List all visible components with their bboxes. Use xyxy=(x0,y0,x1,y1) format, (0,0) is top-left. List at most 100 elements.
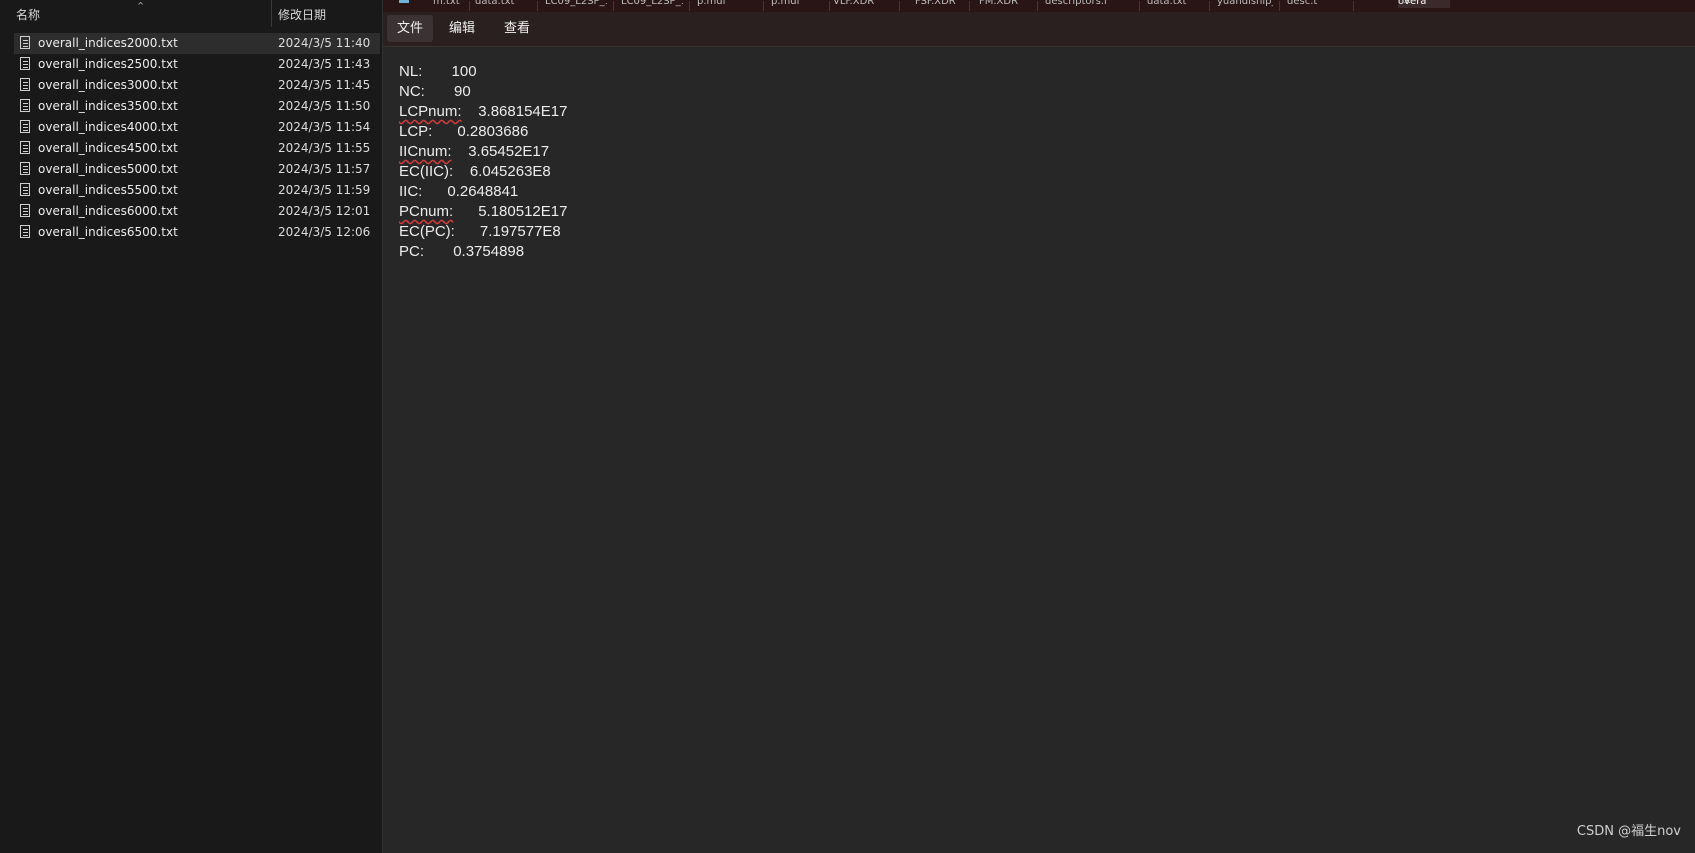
tab-separator xyxy=(899,1,900,11)
text-file-icon xyxy=(20,183,30,196)
editor-tab[interactable]: data.txt xyxy=(475,0,531,8)
text-file-icon xyxy=(20,141,30,154)
metric-label: NL: xyxy=(399,63,423,80)
text-line: PCnum: 5.180512E17 xyxy=(399,202,567,222)
column-header-name[interactable]: 名称 xyxy=(16,6,40,23)
file-modified-date: 2024/3/5 11:54 xyxy=(278,120,371,134)
editor-tab[interactable]: p.mdl xyxy=(697,0,757,8)
tab-separator xyxy=(1037,1,1038,11)
file-row[interactable]: overall_indices5500.txt 2024/3/5 11:59 xyxy=(14,180,380,201)
metric-label: LCP: xyxy=(399,123,433,140)
metric-value: 5.180512E17 xyxy=(478,203,568,220)
tab-separator xyxy=(613,1,614,11)
metric-value: 0.2648841 xyxy=(447,183,519,200)
metric-value: 7.197577E8 xyxy=(479,223,561,240)
metric-label: LCPnum: xyxy=(399,103,462,120)
file-row[interactable]: overall_indices6000.txt 2024/3/5 12:01 xyxy=(14,201,380,222)
text-file-icon xyxy=(20,204,30,217)
text-line: EC(PC): 7.197577E8 xyxy=(399,222,567,242)
file-row[interactable]: overall_indices3500.txt 2024/3/5 11:50 xyxy=(14,96,380,117)
metric-value: 0.3754898 xyxy=(453,243,525,260)
editor-tab[interactable]: FM.XDR xyxy=(979,0,1031,8)
file-modified-date: 2024/3/5 12:01 xyxy=(278,204,371,218)
text-line: IICnum: 3.65452E17 xyxy=(399,142,567,162)
tab-separator xyxy=(829,1,830,11)
tab-separator xyxy=(469,1,470,11)
notepad-window: m.txt data.txt LC09_L2SP_1 LC09_L2SP_1 p.mdl… xyxy=(383,0,1695,853)
file-name: overall_indices5500.txt xyxy=(38,183,178,197)
text-line: NL: 100 xyxy=(399,62,567,82)
editor-tab[interactable]: descriptors.l xyxy=(1045,0,1133,8)
file-name: overall_indices2000.txt xyxy=(38,36,178,50)
document-text[interactable]: NL: 100 NC: 90 LCPnum: 3.868154E17 LCP: 0.2… xyxy=(399,62,567,262)
metric-value: 3.868154E17 xyxy=(478,103,568,120)
file-name: overall_indices6500.txt xyxy=(38,225,178,239)
editor-tab[interactable]: data.txt xyxy=(1147,0,1203,8)
file-name: overall_indices2500.txt xyxy=(38,57,178,71)
file-row[interactable]: overall_indices4500.txt 2024/3/5 11:55 xyxy=(14,138,380,159)
file-name: overall_indices3500.txt xyxy=(38,99,178,113)
text-file-icon xyxy=(20,99,30,112)
menu-view[interactable]: 查看 xyxy=(494,15,540,42)
file-row[interactable]: overall_indices6500.txt 2024/3/5 12:06 xyxy=(14,222,380,243)
metric-label: PCnum: xyxy=(399,203,454,220)
text-file-icon xyxy=(20,225,30,238)
file-row[interactable]: overall_indices5000.txt 2024/3/5 11:57 xyxy=(14,159,380,180)
editor-tab[interactable]: desc.t xyxy=(1287,0,1347,8)
metric-label: EC(PC): xyxy=(399,223,455,240)
editor-tab[interactable]: yuandiship_l xyxy=(1217,0,1273,8)
text-file-icon xyxy=(20,36,30,49)
text-line: PC: 0.3754898 xyxy=(399,242,567,262)
editor-tab[interactable]: p.mdl xyxy=(771,0,823,8)
editor-tab[interactable]: m.txt xyxy=(433,0,463,8)
tab-separator xyxy=(1139,1,1140,11)
watermark: CSDN @福生nov xyxy=(1576,824,1681,839)
tab-gap xyxy=(452,143,469,160)
text-line: LCP: 0.2803686 xyxy=(399,122,567,142)
column-divider[interactable] xyxy=(271,0,272,27)
file-modified-date: 2024/3/5 11:57 xyxy=(278,162,371,176)
file-name: overall_indices3000.txt xyxy=(38,78,178,92)
tab-separator xyxy=(689,1,690,11)
file-row[interactable]: overall_indices4000.txt 2024/3/5 11:54 xyxy=(14,117,380,138)
metric-label: NC: xyxy=(399,83,425,100)
tab-separator xyxy=(537,1,538,11)
text-editor[interactable]: NL: 100 NC: 90 LCPnum: 3.868154E17 LCP: 0.2… xyxy=(383,47,1695,853)
text-file-icon xyxy=(20,57,30,70)
text-file-icon xyxy=(20,78,30,91)
close-tab-icon[interactable]: ✕ xyxy=(1403,0,1411,8)
file-list-header: 名称 ⌃ 修改日期 xyxy=(0,0,382,27)
text-line: LCPnum: 3.868154E17 xyxy=(399,102,567,122)
menu-edit[interactable]: 编辑 xyxy=(439,15,485,42)
text-file-icon xyxy=(20,162,30,175)
file-modified-date: 2024/3/5 11:43 xyxy=(278,57,371,71)
metric-label: EC(IIC): xyxy=(399,163,454,180)
desktop: 名称 ⌃ 修改日期 overall_indices2000.txt 2024/3/… xyxy=(0,0,1695,853)
text-line: IIC: 0.2648841 xyxy=(399,182,567,202)
file-row[interactable]: overall_indices2500.txt 2024/3/5 11:43 xyxy=(14,54,380,75)
editor-tab[interactable]: LC09_L2SP_1 xyxy=(621,0,683,8)
file-modified-date: 2024/3/5 11:59 xyxy=(278,183,371,197)
file-modified-date: 2024/3/5 11:50 xyxy=(278,99,371,113)
tab-gap xyxy=(453,203,478,220)
file-modified-date: 2024/3/5 11:40 xyxy=(278,36,371,50)
tab-gap xyxy=(424,243,453,260)
metric-label: PC: xyxy=(399,243,425,260)
file-row[interactable]: overall_indices2000.txt 2024/3/5 11:40 xyxy=(14,33,380,54)
metric-label: IIC: xyxy=(399,183,423,200)
column-header-modified[interactable]: 修改日期 xyxy=(278,6,326,23)
metric-label: IICnum: xyxy=(399,143,452,160)
editor-tab[interactable]: FSF.XDR xyxy=(915,0,963,8)
tab-separator xyxy=(763,1,764,11)
text-line: EC(IIC): 6.045263E8 xyxy=(399,162,567,182)
file-modified-date: 2024/3/5 11:45 xyxy=(278,78,371,92)
tab-gap xyxy=(453,163,470,180)
sort-ascending-icon[interactable]: ⌃ xyxy=(136,0,145,13)
tab-gap xyxy=(422,183,447,200)
tab-gap xyxy=(425,83,454,100)
file-row[interactable]: overall_indices3000.txt 2024/3/5 11:45 xyxy=(14,75,380,96)
menu-file[interactable]: 文件 xyxy=(387,15,434,42)
editor-tab[interactable]: LC09_L2SP_1 xyxy=(545,0,607,8)
tab-gap xyxy=(462,103,479,120)
editor-tab[interactable]: VLF.XDR xyxy=(833,0,893,8)
